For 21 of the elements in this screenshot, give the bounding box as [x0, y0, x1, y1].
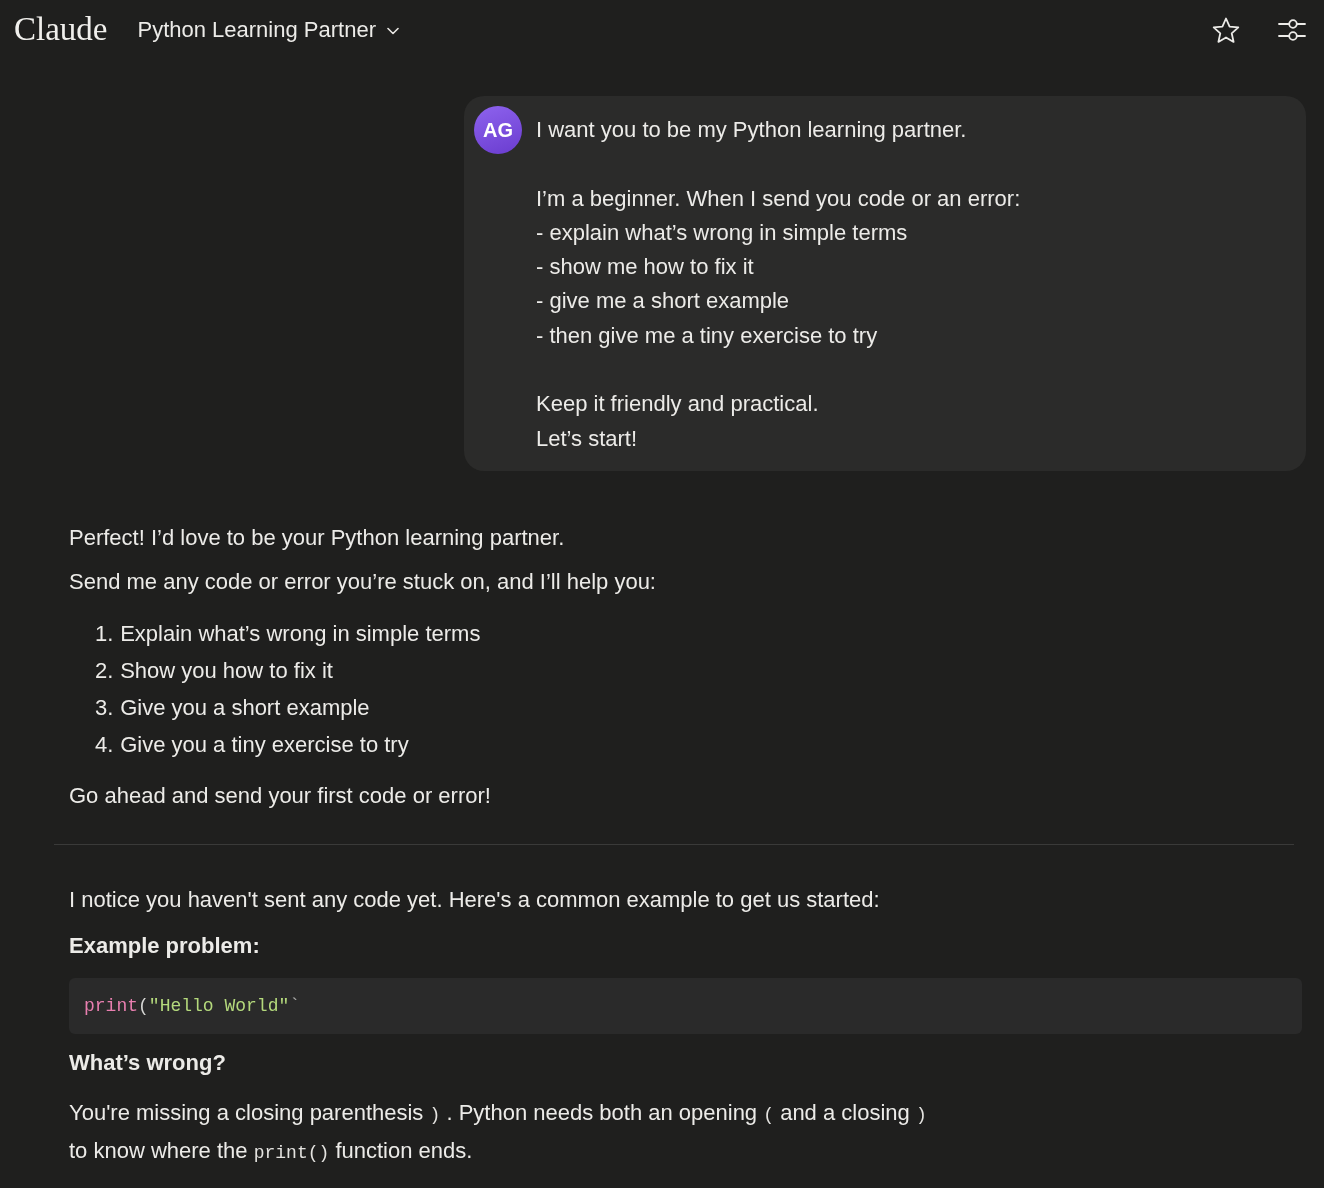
code-block: print("Hello World"` — [69, 977, 1302, 1034]
user-message-text: Keep it friendly and practical. Let’s start! — [536, 390, 820, 453]
response-text: Perfect! I’d love to be your Python learning partner. — [69, 523, 566, 552]
chevron-down-icon — [387, 27, 399, 35]
user-message-text: I’m a beginner. When I send you code or an error: - explain what’s wrong in simple terms - show me how to fix it - give me a short example - then give me a tiny exercise to try — [536, 184, 1021, 350]
user-avatar: AG — [474, 106, 522, 154]
user-message-text: I want you to be my Python learning partner. — [536, 116, 968, 144]
response-text: I notice you haven't sent any code yet. Here's a common example to get us started: — [69, 885, 881, 914]
chat-title-dropdown[interactable]: Python Learning Partner — [137, 17, 399, 43]
response-text: Go ahead and send your first code or error! — [69, 781, 492, 810]
list-item: 3. Give you a short example — [95, 693, 371, 722]
response-text: You're missing a closing parenthesis ) . Python needs both an opening ( and a closing ) to know where the print() function ends. — [69, 1098, 928, 1165]
response-heading: What’s wrong? — [69, 1048, 227, 1077]
list-item: 1. Explain what’s wrong in simple terms — [95, 619, 482, 648]
response-heading: Example problem: — [69, 931, 261, 960]
star-icon[interactable] — [1212, 16, 1240, 44]
response-text: Send me any code or error you’re stuck on, and I’ll help you: — [69, 567, 657, 596]
list-item: 2. Show you how to fix it — [95, 656, 334, 685]
app-logo: Claude — [14, 12, 108, 46]
list-item: 4. Give you a tiny exercise to try — [95, 730, 410, 759]
sliders-icon[interactable] — [1278, 19, 1306, 41]
